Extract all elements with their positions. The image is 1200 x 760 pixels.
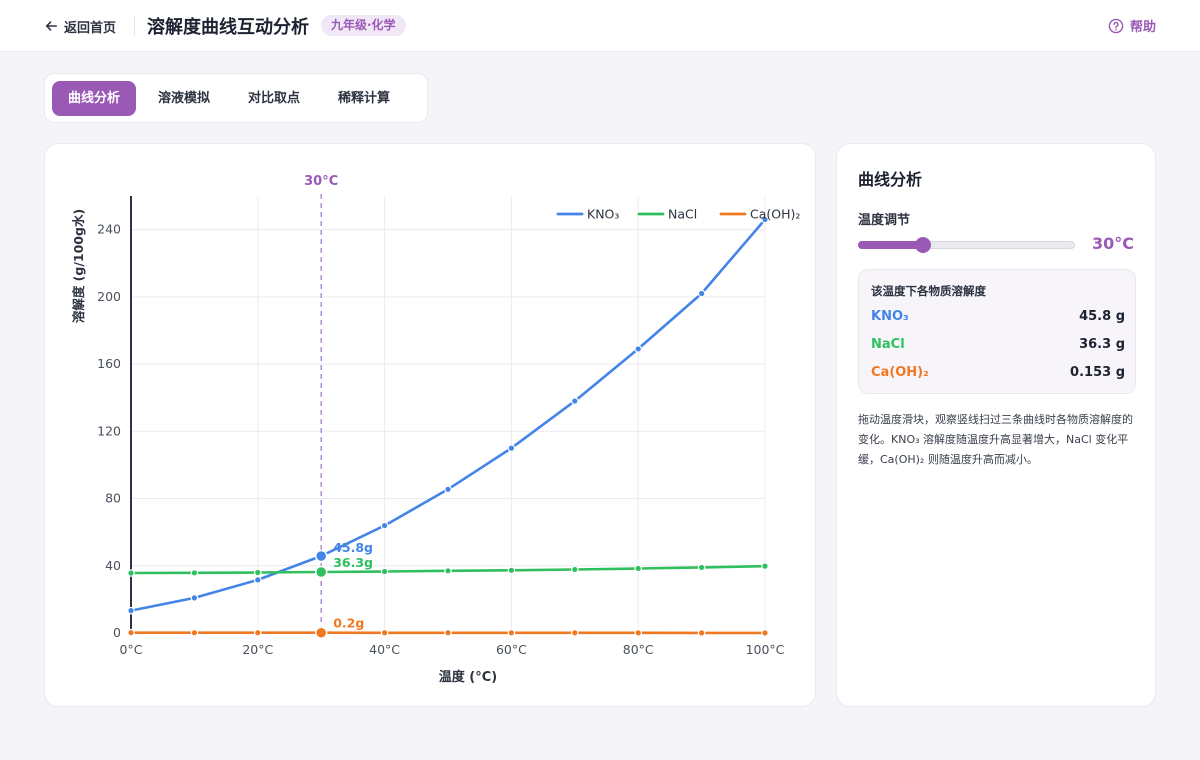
solubility-readout: 该温度下各物质溶解度 KNO₃ 45.8 g NaCl 36.3 g Ca(OH… <box>858 269 1136 394</box>
data-point <box>444 628 452 637</box>
marker-value-label: 45.8g <box>333 540 373 555</box>
data-point <box>634 629 643 637</box>
data-point <box>634 345 643 353</box>
x-tick-label: 60°C <box>496 642 527 657</box>
data-point <box>761 562 769 570</box>
data-point <box>507 444 516 452</box>
marker-value-label: 36.3g <box>333 555 373 570</box>
page-title: 溶解度曲线互动分析 <box>147 17 309 38</box>
grade-badge: 九年级·化学 <box>321 15 406 36</box>
help-circle-icon <box>1108 18 1124 33</box>
data-point <box>507 566 516 575</box>
data-point <box>634 564 643 573</box>
y-axis-label: 溶解度 (g/100g水) <box>71 209 86 323</box>
tab-dilution-calc[interactable]: 稀释计算 <box>322 81 406 116</box>
data-point <box>761 629 769 637</box>
help-button[interactable]: 帮助 <box>1108 16 1156 35</box>
y-tick-label: 0 <box>113 625 121 640</box>
y-tick-label: 40 <box>105 558 121 573</box>
help-label: 帮助 <box>1129 20 1156 35</box>
legend-label: NaCl <box>668 207 697 222</box>
data-point <box>570 629 579 637</box>
x-tick-label: 100°C <box>746 642 785 657</box>
data-point <box>697 629 706 637</box>
analysis-panel: 曲线分析 温度调节 30°C 该温度下各物质溶解度 KNO₃ 45.8 g Na… <box>836 143 1156 707</box>
x-tick-label: 40°C <box>369 642 400 657</box>
x-tick-label: 0°C <box>120 642 143 657</box>
y-tick-label: 80 <box>105 491 121 506</box>
y-tick-label: 240 <box>97 222 121 237</box>
analysis-description: 拖动温度滑块，观察竖线扫过三条曲线时各物质溶解度的变化。KNO₃ 溶解度随温度升… <box>858 413 1133 466</box>
temperature-slider[interactable] <box>858 236 1075 254</box>
substance-value: 36.3 g <box>1079 336 1125 352</box>
y-tick-label: 200 <box>97 289 121 304</box>
marker-point <box>314 626 328 639</box>
temperature-marker-label: 30°C <box>304 174 338 189</box>
data-point <box>697 289 706 298</box>
data-point <box>190 594 199 602</box>
data-point <box>254 576 262 584</box>
temperature-label: 温度调节 <box>858 213 911 228</box>
data-point <box>444 567 452 575</box>
substance-name: NaCl <box>871 336 905 352</box>
data-point <box>190 628 199 637</box>
substance-name: Ca(OH)₂ <box>871 364 929 380</box>
data-point <box>444 485 452 494</box>
y-tick-label: 160 <box>97 356 121 371</box>
slider-fill <box>858 241 924 249</box>
back-home-label: 返回首页 <box>64 20 117 36</box>
legend-label: Ca(OH)₂ <box>750 207 800 222</box>
top-bar: 返回首页 溶解度曲线互动分析 九年级·化学 帮助 <box>0 0 1200 52</box>
data-point <box>254 628 262 637</box>
x-tick-label: 80°C <box>623 642 654 657</box>
readout-row-nacl: NaCl 36.3 g <box>871 334 1125 354</box>
panel-title: 曲线分析 <box>858 170 923 189</box>
substance-name: KNO₃ <box>871 308 909 324</box>
slider-thumb[interactable] <box>915 237 932 253</box>
marker-point <box>314 549 328 563</box>
y-tick-label: 120 <box>97 423 121 438</box>
legend-label: KNO₃ <box>587 207 619 222</box>
arrow-left-icon <box>45 21 58 31</box>
readout-title: 该温度下各物质溶解度 <box>871 284 986 298</box>
data-point <box>380 567 389 576</box>
substance-value: 45.8 g <box>1079 308 1125 324</box>
readout-row-caoh2: Ca(OH)₂ 0.153 g <box>871 362 1125 382</box>
data-point <box>190 569 199 577</box>
marker-value-label: 0.2g <box>333 616 364 631</box>
tab-curve-analysis[interactable]: 曲线分析 <box>52 80 137 116</box>
temperature-value: 30°C <box>1091 234 1134 253</box>
tab-compare-points[interactable]: 对比取点 <box>232 81 316 116</box>
substance-value: 0.153 g <box>1070 364 1125 380</box>
data-point <box>127 628 135 637</box>
x-axis-label: 温度 (°C) <box>439 669 497 685</box>
tab-solution-simulation[interactable]: 溶液模拟 <box>142 81 226 116</box>
header-divider <box>134 16 135 36</box>
x-tick-label: 20°C <box>242 642 273 657</box>
solubility-chart[interactable]: 0 40 80 120 160 200 240 0°C 20°C 40°C 60°C 80°C 100°… <box>45 144 817 708</box>
series-line <box>129 218 767 612</box>
readout-row-kno3: KNO₃ 45.8 g <box>871 306 1125 326</box>
back-home-button[interactable]: 返回首页 <box>44 16 116 36</box>
data-point <box>570 565 579 574</box>
data-point <box>254 568 262 577</box>
marker-point <box>314 565 328 579</box>
data-point <box>127 606 135 615</box>
data-point <box>507 629 516 637</box>
data-point <box>380 628 389 637</box>
data-point <box>380 521 389 530</box>
mode-tabs: 曲线分析 溶液模拟 对比取点 稀释计算 <box>44 73 428 123</box>
data-point <box>697 563 706 572</box>
data-point <box>570 397 579 405</box>
chart-card: 0 40 80 120 160 200 240 0°C 20°C 40°C 60°C 80°C 100°… <box>44 143 816 707</box>
data-point <box>127 569 135 577</box>
